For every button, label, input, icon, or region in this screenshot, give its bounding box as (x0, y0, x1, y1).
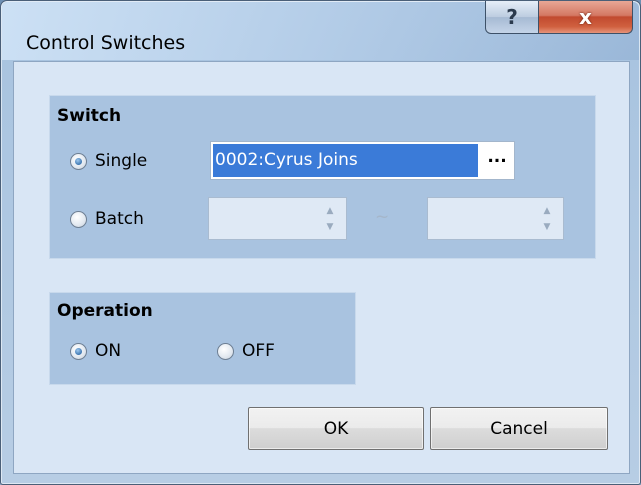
operation-group: Operation ON OFF (49, 292, 356, 385)
single-radio-label: Single (95, 151, 148, 171)
switch-group-title: Switch (57, 106, 122, 126)
ok-button[interactable]: OK (248, 407, 424, 450)
help-button[interactable]: ? (485, 1, 539, 34)
range-separator: ~ (375, 207, 390, 227)
batch-to-arrows[interactable]: ▲ ▼ (541, 206, 553, 232)
dialog-window: Control Switches ? x Switch Single 0002:… (0, 0, 641, 485)
batch-radio-dot (70, 210, 87, 228)
on-radio-label: ON (95, 341, 122, 361)
off-radio-label: OFF (242, 341, 275, 361)
browse-button[interactable]: ... (484, 149, 510, 172)
batch-radio[interactable]: Batch (70, 209, 144, 229)
cancel-button[interactable]: Cancel (430, 407, 608, 450)
spin-down-icon[interactable]: ▼ (541, 222, 553, 232)
single-radio-dot (70, 152, 87, 170)
spin-up-icon[interactable]: ▲ (324, 206, 336, 216)
on-radio[interactable]: ON (70, 341, 121, 361)
batch-from-arrows[interactable]: ▲ ▼ (324, 206, 336, 232)
on-radio-dot (70, 342, 87, 360)
close-icon: x (579, 5, 592, 29)
dialog-client-area: Switch Single 0002:Cyrus Joins ... Batch… (13, 61, 630, 474)
operation-group-title: Operation (57, 301, 153, 321)
window-title: Control Switches (26, 32, 186, 54)
spin-down-icon[interactable]: ▼ (324, 222, 336, 232)
off-radio[interactable]: OFF (217, 341, 275, 361)
off-radio-dot (217, 342, 234, 360)
close-button[interactable]: x (538, 1, 633, 34)
help-icon: ? (506, 5, 518, 29)
switch-group: Switch Single 0002:Cyrus Joins ... Batch… (49, 95, 596, 259)
single-radio[interactable]: Single (70, 151, 147, 171)
batch-radio-label: Batch (95, 209, 144, 229)
spin-up-icon[interactable]: ▲ (541, 206, 553, 216)
batch-to-spinner[interactable]: ▲ ▼ (427, 197, 564, 240)
single-switch-value: 0002:Cyrus Joins (213, 144, 478, 177)
batch-from-spinner[interactable]: ▲ ▼ (208, 197, 347, 240)
single-switch-field[interactable]: 0002:Cyrus Joins ... (210, 141, 515, 180)
